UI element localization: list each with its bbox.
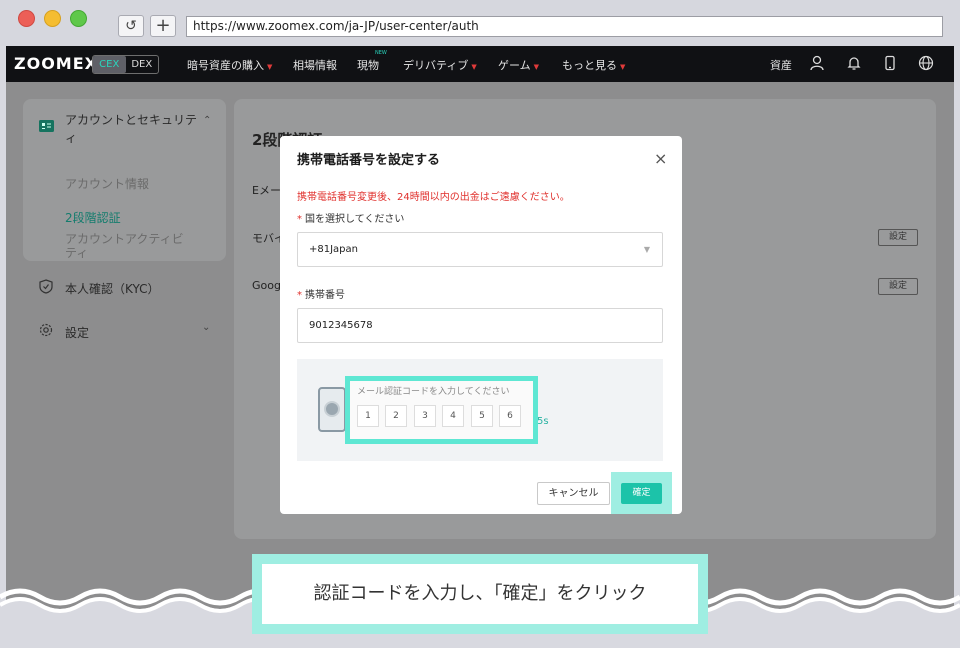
- caret-down-icon: ▼: [471, 63, 477, 71]
- window-close-button[interactable]: [18, 10, 35, 27]
- sidebar-item-kyc[interactable]: 本人確認（KYC）: [65, 280, 160, 297]
- sidebar-item-settings[interactable]: 設定: [65, 324, 89, 341]
- zoomex-logo[interactable]: ZOOMEX: [14, 54, 98, 73]
- menu-more[interactable]: もっと見る ▼: [562, 57, 625, 73]
- menu-markets[interactable]: 相場情報: [293, 57, 337, 73]
- sidebar-item-two-factor[interactable]: 2段階認証: [65, 209, 121, 226]
- callout-text: 認証コードを入力し、「確定」をクリック: [262, 564, 698, 624]
- close-icon[interactable]: ×: [654, 149, 667, 168]
- phone-illustration-icon: [318, 387, 346, 432]
- bell-icon[interactable]: [846, 55, 862, 71]
- id-card-icon: [39, 120, 54, 132]
- menu-spot[interactable]: 現物: [357, 57, 379, 73]
- row-mobile-label: モバイル: [252, 232, 282, 245]
- sidebar-account-security: アカウントとセキュリティ ⌃ アカウント情報 2段階認証 アカウントアクティビテ…: [23, 99, 226, 261]
- menu-label: もっと見る: [562, 59, 617, 72]
- resend-timer[interactable]: 5s: [537, 416, 549, 427]
- address-bar[interactable]: https://www.zoomex.com/ja-JP/user-center…: [186, 16, 943, 37]
- caret-down-icon: ▼: [620, 63, 626, 71]
- globe-icon[interactable]: [918, 55, 934, 71]
- cex-tab[interactable]: CEX: [93, 56, 126, 73]
- assets-link[interactable]: 資産: [770, 57, 792, 73]
- gear-icon: [39, 323, 53, 337]
- menu-label: 現物: [357, 59, 379, 72]
- menu-label: ゲーム: [498, 59, 531, 72]
- country-select[interactable]: +81Japan ▼: [297, 232, 663, 267]
- top-nav: ZOOMEX CEX DEX 暗号資産の購入 ▼ 相場情報 NEW 現物 デリバテ…: [6, 46, 954, 82]
- menu-derivatives[interactable]: デリバティブ ▼: [403, 57, 477, 73]
- country-value: +81Japan: [309, 244, 358, 255]
- phone-label: * 携帯番号: [297, 290, 345, 301]
- menu-games[interactable]: ゲーム ▼: [498, 57, 539, 73]
- sidebar-item-account-activity[interactable]: アカウントアクティビティ: [65, 232, 195, 260]
- sidebar-item-account-security[interactable]: アカウントとセキュリティ: [65, 111, 200, 147]
- mobile-set-button[interactable]: 設定: [878, 229, 918, 246]
- phone-label-text: 携帯番号: [305, 290, 345, 301]
- cancel-button[interactable]: キャンセル: [537, 482, 610, 505]
- shield-icon: [39, 279, 53, 294]
- menu-buy-crypto[interactable]: 暗号資産の購入 ▼: [187, 57, 272, 73]
- code-digit-input[interactable]: 4: [442, 405, 464, 427]
- confirm-highlight: 確定: [611, 472, 672, 514]
- menu-label: 相場情報: [293, 59, 337, 72]
- code-input-group: メール認証コードを入力してください 1 2 3 4 5 6: [350, 381, 533, 439]
- code-digit-input[interactable]: 2: [385, 405, 407, 427]
- window-minimize-button[interactable]: [44, 10, 61, 27]
- row-google-label: Google: [252, 279, 282, 292]
- window-maximize-button[interactable]: [70, 10, 87, 27]
- cex-dex-toggle[interactable]: CEX DEX: [92, 55, 159, 74]
- row-email-label: Eメール: [252, 184, 282, 197]
- menu-label: デリバティブ: [403, 59, 469, 72]
- code-input-highlight: メール認証コードを入力してください 1 2 3 4 5 6: [345, 376, 538, 444]
- browser-chrome: ↺ + https://www.zoomex.com/ja-JP/user-ce…: [0, 0, 960, 46]
- code-hint: メール認証コードを入力してください: [357, 387, 510, 397]
- chevron-up-icon[interactable]: ⌃: [203, 115, 211, 126]
- dex-tab[interactable]: DEX: [126, 56, 159, 73]
- menu-label: 暗号資産の購入: [187, 59, 264, 72]
- code-digit-input[interactable]: 6: [499, 405, 521, 427]
- reload-icon[interactable]: ↺: [118, 15, 144, 37]
- code-digit-input[interactable]: 3: [414, 405, 436, 427]
- caret-down-icon: ▼: [533, 63, 540, 71]
- caret-down-icon: ▼: [643, 245, 650, 254]
- code-digit-input[interactable]: 1: [357, 405, 379, 427]
- set-phone-modal: 携帯電話番号を設定する × 携帯電話番号変更後、24時間以内の出金はご遠慮くださ…: [280, 136, 682, 514]
- withdraw-warning: 携帯電話番号変更後、24時間以内の出金はご遠慮ください。: [297, 192, 570, 203]
- modal-title: 携帯電話番号を設定する: [297, 153, 441, 168]
- user-icon[interactable]: [809, 55, 825, 71]
- caret-down-icon: ▼: [267, 63, 273, 71]
- phone-input[interactable]: 9012345678: [297, 308, 663, 343]
- mobile-icon[interactable]: [882, 55, 898, 71]
- verification-panel: 5s メール認証コードを入力してください 1 2 3 4 5 6: [297, 359, 663, 461]
- google-set-button[interactable]: 設定: [878, 278, 918, 295]
- country-label: * 国を選択してください: [297, 214, 405, 225]
- code-digit-input[interactable]: 5: [471, 405, 493, 427]
- instruction-callout: 認証コードを入力し、「確定」をクリック: [252, 554, 708, 634]
- country-label-text: 国を選択してください: [305, 214, 405, 225]
- chevron-down-icon[interactable]: ⌄: [202, 322, 210, 333]
- new-badge: NEW: [375, 50, 387, 56]
- sidebar-item-account-info[interactable]: アカウント情報: [65, 175, 149, 192]
- confirm-button[interactable]: 確定: [621, 483, 662, 504]
- new-tab-icon[interactable]: +: [150, 15, 176, 37]
